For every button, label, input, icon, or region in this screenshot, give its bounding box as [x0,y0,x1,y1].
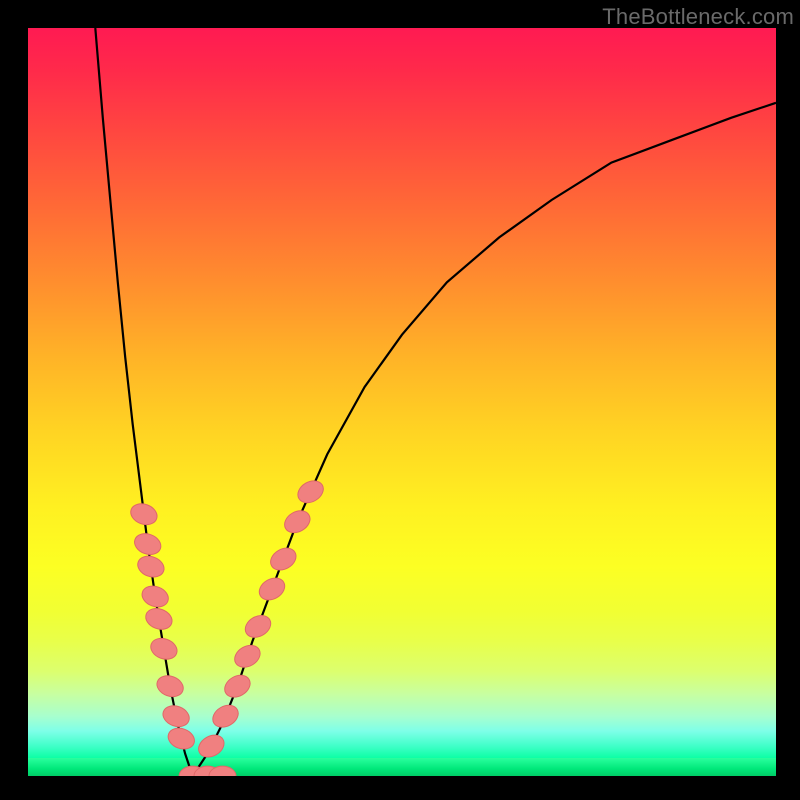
data-marker [132,530,164,558]
plot-area [28,28,776,776]
data-marker [294,476,327,507]
data-marker [195,731,228,762]
curve-right-branch [193,103,776,776]
data-marker [139,583,171,611]
watermark-text: TheBottleneck.com [602,4,794,30]
data-marker [255,574,288,605]
data-marker [221,671,254,702]
data-marker [160,702,192,730]
data-marker [165,725,197,753]
outer-frame: TheBottleneck.com [0,0,800,800]
data-marker [209,701,242,732]
bottleneck-curve [28,28,776,776]
marker-layer [128,476,327,776]
data-marker [241,611,274,642]
data-marker [135,553,167,581]
data-marker [281,506,314,537]
data-marker [128,500,160,528]
curve-left-branch [95,28,192,776]
data-marker [267,544,300,575]
data-marker [231,641,264,672]
data-marker [143,605,175,633]
data-marker [154,672,186,700]
data-marker [148,635,180,663]
